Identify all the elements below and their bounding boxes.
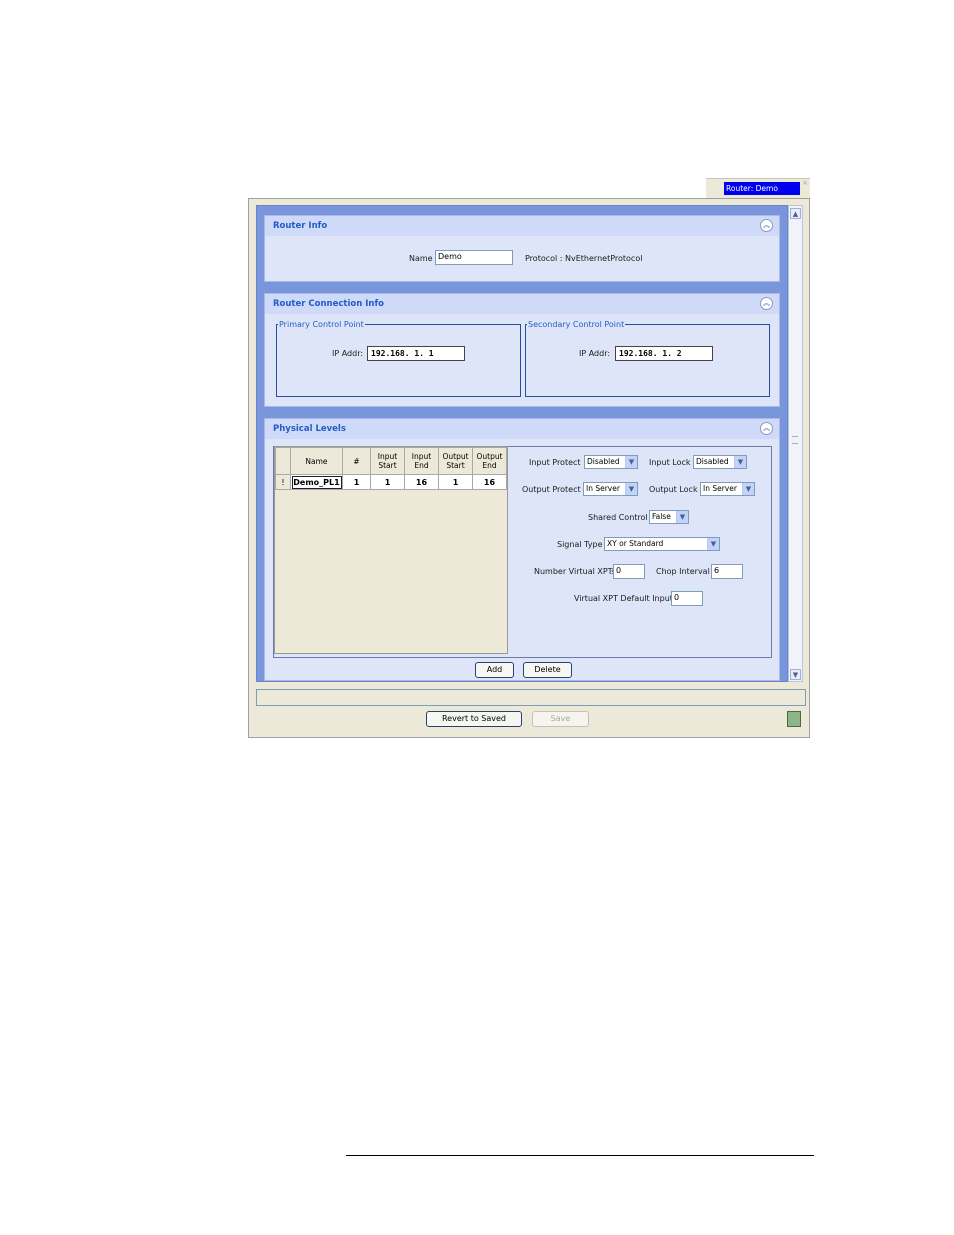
input-protect-label: Input Protect — [529, 458, 581, 467]
input-lock-label: Input Lock — [649, 458, 691, 467]
vertical-scrollbar[interactable]: ▲ ▼ — [788, 205, 803, 682]
table-row[interactable]: ! Demo_PL1 1 1 16 1 16 — [275, 474, 507, 490]
output-lock-select[interactable]: In Server ▼ — [700, 482, 755, 496]
chevron-down-icon: ▼ — [707, 538, 719, 550]
connection-info-header[interactable]: Router Connection Info ︽ — [265, 294, 779, 314]
help-icon[interactable] — [787, 711, 801, 727]
delete-button[interactable]: Delete — [523, 662, 572, 678]
column-header-output-start[interactable]: Output Start — [438, 447, 473, 475]
levels-grid: Name # Input Start Input End Output Star… — [275, 447, 507, 490]
secondary-ip-input[interactable]: 192.168. 1. 2 — [615, 346, 713, 361]
primary-ip-input[interactable]: 192.168. 1. 1 — [367, 346, 465, 361]
output-protect-select[interactable]: In Server ▼ — [583, 482, 638, 496]
row-marker: ! — [275, 474, 291, 490]
router-connection-info-section: Router Connection Info ︽ Primary Control… — [264, 293, 780, 407]
cell-number[interactable]: 1 — [342, 474, 371, 490]
router-name-input[interactable]: Demo — [435, 250, 513, 265]
shared-control-value: False — [652, 512, 671, 521]
name-label: Name — [409, 254, 433, 263]
primary-ip-label: IP Addr: — [332, 349, 364, 358]
column-header-input-start[interactable]: Input Start — [370, 447, 405, 475]
physical-levels-header[interactable]: Physical Levels ︽ — [265, 419, 779, 439]
shared-control-label: Shared Control — [588, 513, 648, 522]
column-header-output-end[interactable]: Output End — [472, 447, 507, 475]
router-info-header[interactable]: Router Info ︽ — [265, 216, 779, 236]
connection-info-title: Router Connection Info — [273, 299, 384, 309]
cell-output-end[interactable]: 16 — [472, 474, 507, 490]
virtual-xpt-default-input[interactable]: 0 — [671, 591, 703, 606]
chop-interval-label: Chop Interval — [656, 567, 710, 576]
table-header-row: Name # Input Start Input End Output Star… — [275, 447, 507, 475]
virtual-xpt-default-input-label: Virtual XPT Default Input — [574, 594, 673, 603]
collapse-icon[interactable]: ︽ — [760, 297, 773, 310]
signal-type-select[interactable]: XY or Standard ▼ — [604, 537, 720, 551]
protocol-text: Protocol : NvEthernetProtocol — [525, 254, 643, 263]
column-header-input-end[interactable]: Input End — [404, 447, 439, 475]
scroll-grip[interactable] — [792, 436, 798, 444]
router-info-title: Router Info — [273, 221, 328, 231]
status-bar — [256, 689, 806, 706]
chop-interval-input[interactable]: 6 — [711, 564, 743, 579]
chevron-down-icon: ▼ — [676, 511, 688, 523]
number-virtual-xpts-label: Number Virtual XPTs — [534, 567, 616, 576]
input-protect-value: Disabled — [587, 457, 620, 466]
signal-type-value: XY or Standard — [607, 539, 664, 548]
row-header-corner — [275, 447, 291, 475]
output-lock-label: Output Lock — [649, 485, 698, 494]
tab-close-icon[interactable]: × — [802, 179, 808, 187]
page-footer-rule — [346, 1155, 814, 1156]
output-protect-value: In Server — [586, 484, 620, 493]
tab-label: Router: Demo — [724, 182, 800, 195]
secondary-ip-label: IP Addr: — [579, 349, 611, 358]
arrow-up-icon[interactable]: ▲ — [790, 208, 801, 219]
chevron-down-icon: ▼ — [625, 483, 637, 495]
cell-output-start[interactable]: 1 — [438, 474, 473, 490]
secondary-control-point-legend: Secondary Control Point — [528, 320, 625, 329]
primary-control-point-legend: Primary Control Point — [279, 320, 364, 329]
number-virtual-xpts-input[interactable]: 0 — [613, 564, 645, 579]
output-protect-label: Output Protect — [522, 485, 581, 494]
chevron-down-icon: ▼ — [742, 483, 754, 495]
chevron-down-icon: ▼ — [734, 456, 746, 468]
input-lock-value: Disabled — [696, 457, 729, 466]
shared-control-select[interactable]: False ▼ — [649, 510, 689, 524]
revert-to-saved-button[interactable]: Revert to Saved — [426, 711, 522, 727]
input-protect-select[interactable]: Disabled ▼ — [584, 455, 638, 469]
cell-input-end[interactable]: 16 — [404, 474, 439, 490]
router-demo-tab[interactable]: Router: Demo × — [706, 178, 810, 198]
collapse-icon[interactable]: ︽ — [760, 219, 773, 232]
column-header-number[interactable]: # — [342, 447, 371, 475]
physical-levels-title: Physical Levels — [273, 424, 346, 434]
physical-levels-table: Name # Input Start Input End Output Star… — [274, 446, 508, 654]
cell-name[interactable]: Demo_PL1 — [290, 474, 343, 490]
collapse-icon[interactable]: ︽ — [760, 422, 773, 435]
input-lock-select[interactable]: Disabled ▼ — [693, 455, 747, 469]
add-button[interactable]: Add — [475, 662, 514, 678]
output-lock-value: In Server — [703, 484, 737, 493]
router-info-section: Router Info ︽ Name Demo Protocol : NvEth… — [264, 215, 780, 282]
save-button[interactable]: Save — [532, 711, 589, 727]
arrow-down-icon[interactable]: ▼ — [790, 669, 801, 680]
chevron-down-icon: ▼ — [625, 456, 637, 468]
signal-type-label: Signal Type — [557, 540, 603, 549]
cell-input-start[interactable]: 1 — [370, 474, 405, 490]
column-header-name[interactable]: Name — [290, 447, 343, 475]
